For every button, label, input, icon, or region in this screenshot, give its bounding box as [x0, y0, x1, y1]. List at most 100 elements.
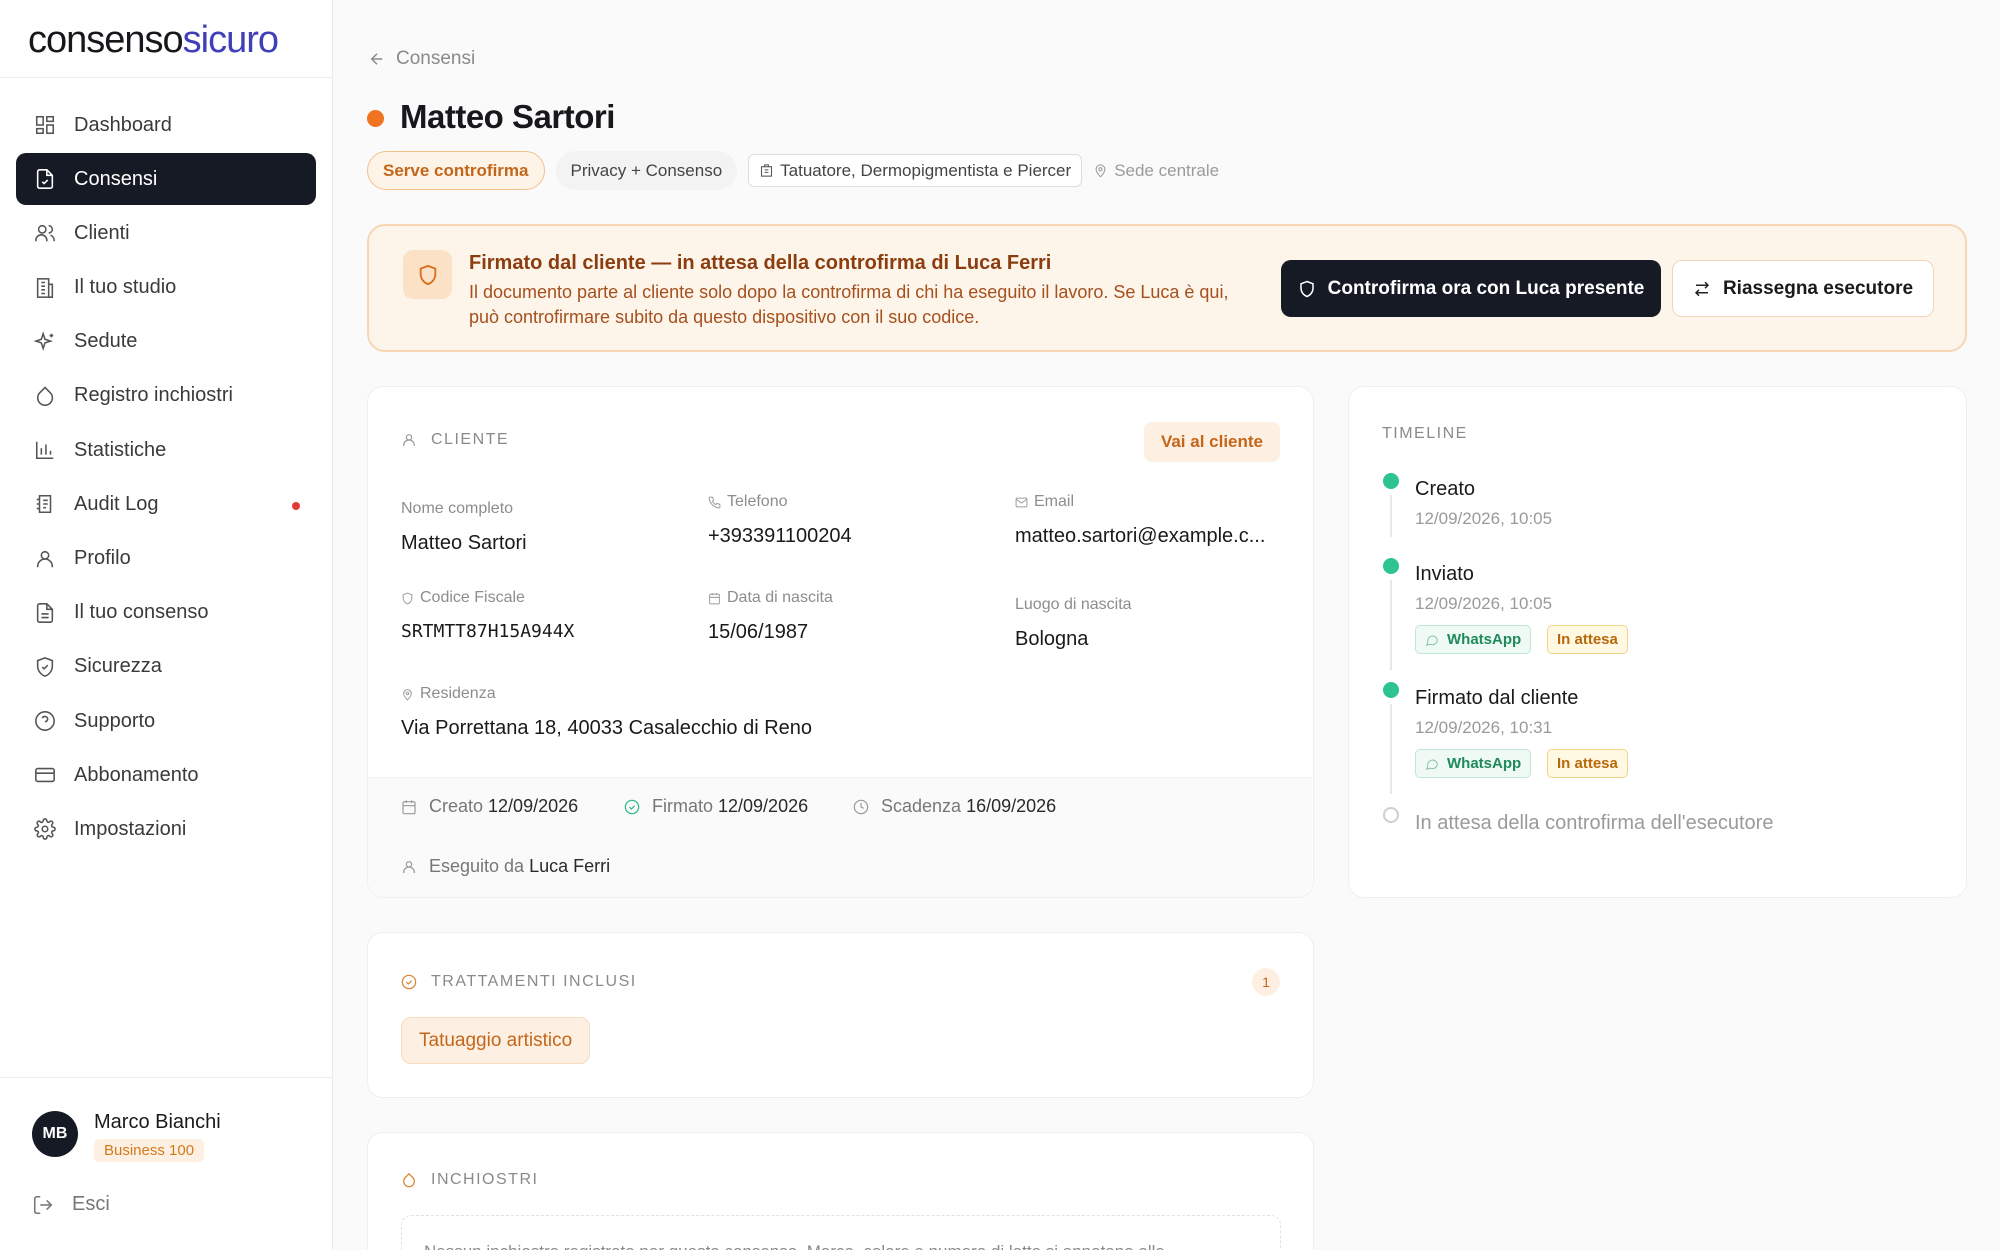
phone-icon — [708, 496, 721, 508]
meta-created: Creato 12/09/2026 — [401, 796, 578, 817]
sidebar-item-label: Impostazioni — [74, 817, 187, 840]
meta-value: 12/09/2026 — [718, 796, 809, 816]
map-pin-icon — [1095, 164, 1106, 178]
logo-text: consenso — [28, 19, 184, 61]
channel-label: WhatsApp — [1447, 631, 1522, 648]
calendar-icon — [402, 799, 416, 814]
field-value: Bologna — [1015, 628, 1089, 650]
count-badge: 1 — [1252, 968, 1280, 996]
sidebar-item-consensi[interactable]: Consensi — [16, 153, 316, 206]
section-heading-inchiostri: INCHIOSTRI — [401, 1171, 538, 1189]
meta-label: Creato — [429, 796, 484, 816]
sidebar-item-supporto[interactable]: Supporto — [16, 695, 316, 747]
sidebar-item-registro-inchiostri[interactable]: Registro inchiostri — [16, 370, 316, 422]
droplet-icon — [36, 386, 54, 406]
logout-label: Esci — [72, 1193, 110, 1215]
timeline-event-title: Creato — [1415, 478, 1476, 500]
clock-icon — [853, 799, 869, 814]
credit-card-icon — [35, 768, 55, 783]
back-link[interactable]: Consensi — [368, 48, 475, 70]
status-badge: In attesa — [1547, 625, 1628, 654]
sidebar-item-sedute[interactable]: Sedute — [16, 316, 316, 368]
meta-value: 12/09/2026 — [488, 796, 579, 816]
category-label: Tatuatore, Dermopigmentista e Piercer — [780, 160, 1072, 180]
building-icon — [36, 277, 54, 298]
sidebar-item-label: Consensi — [74, 167, 158, 190]
sidebar-item-statistiche[interactable]: Statistiche — [16, 424, 316, 476]
timeline-event-title: In attesa della controfirma dell'esecuto… — [1415, 812, 1774, 834]
app-logo[interactable]: consensosicuro — [0, 0, 332, 78]
page-title: Matteo Sartori — [400, 98, 615, 135]
field-label-text: Email — [1034, 493, 1075, 510]
timeline-connector — [1390, 580, 1392, 670]
field-value[interactable]: matteo.sartori@example.c... — [1015, 525, 1265, 548]
avatar: MB — [32, 1111, 78, 1157]
timeline-event-title: Firmato dal cliente — [1415, 687, 1579, 709]
sidebar-item-il-tuo-consenso[interactable]: Il tuo consenso — [16, 587, 316, 639]
channel-badge: WhatsApp — [1415, 749, 1532, 778]
sidebar: consensosicuro Dashboard Consensi Client… — [0, 0, 333, 1250]
field-value: Matteo Sartori — [401, 532, 527, 554]
audit-icon — [36, 495, 52, 514]
timeline-dot — [1383, 558, 1399, 574]
logout-button[interactable]: Esci — [32, 1193, 110, 1216]
reassign-executor-button[interactable]: Riassegna esecutore — [1672, 260, 1934, 317]
dashboard-icon — [35, 115, 55, 135]
treatment-chip: Tatuaggio artistico — [401, 1017, 591, 1064]
sidebar-item-sicurezza[interactable]: Sicurezza — [16, 641, 316, 693]
notification-dot — [292, 502, 300, 511]
field-birth-date: Data di nascita 15/06/1987 — [708, 589, 833, 644]
channel-badge: WhatsApp — [1415, 625, 1532, 654]
button-label: Controfirma ora con Luca presente — [1327, 277, 1645, 299]
meta-label: Firmato — [652, 796, 714, 816]
field-label: Telefono — [708, 493, 852, 511]
shield-icon — [419, 264, 436, 285]
empty-inks-note: Nessun inchiostro registrato per questo … — [401, 1215, 1281, 1250]
sidebar-item-profilo[interactable]: Profilo — [16, 533, 316, 585]
section-label: CLIENTE — [431, 431, 510, 448]
document-icon — [36, 169, 54, 190]
bar-chart-icon — [35, 441, 54, 460]
timeline-dot — [1383, 682, 1399, 698]
shield-icon — [1299, 280, 1314, 297]
field-label: Luogo di nascita — [1015, 596, 1132, 613]
mail-icon — [1015, 497, 1028, 507]
user-name: Marco Bianchi — [94, 1111, 221, 1133]
meta-performed-by: Eseguito da Luca Ferri — [401, 856, 610, 877]
countersign-banner: Firmato dal cliente — in attesa della co… — [367, 224, 1967, 352]
sidebar-item-dashboard[interactable]: Dashboard — [16, 99, 316, 151]
sidebar-item-abbonamento[interactable]: Abbonamento — [16, 749, 316, 801]
sidebar-nav: Dashboard Consensi Clienti Il tuo studio… — [16, 99, 316, 858]
user-icon — [403, 860, 415, 873]
timeline-dot-pending — [1383, 807, 1399, 823]
timeline-event-title: Inviato — [1415, 563, 1474, 585]
meta-label: Scadenza — [881, 796, 962, 816]
back-label: Consensi — [396, 48, 476, 69]
arrow-left-icon — [370, 53, 383, 65]
meta-signed: Firmato 12/09/2026 — [624, 796, 808, 817]
user-profile-box[interactable]: MB Marco Bianchi Business 100 — [0, 1077, 333, 1162]
calendar-icon — [709, 592, 720, 604]
sidebar-item-studio[interactable]: Il tuo studio — [16, 262, 316, 314]
section-heading-trattamenti: TRATTAMENTI INCLUSI — [401, 973, 637, 991]
map-pin-icon — [403, 688, 412, 701]
sidebar-item-impostazioni[interactable]: Impostazioni — [16, 803, 316, 855]
shield-check-icon — [36, 656, 54, 677]
check-circle-icon — [401, 974, 417, 990]
field-full-name: Nome completo Matteo Sartori — [401, 500, 527, 555]
countersign-now-button[interactable]: Controfirma ora con Luca presente — [1281, 260, 1661, 317]
chat-bubble-icon — [1426, 635, 1438, 646]
go-to-client-button[interactable]: Vai al cliente — [1143, 422, 1280, 462]
location-text: Sede centrale — [1114, 160, 1220, 180]
status-dot — [367, 110, 384, 127]
client-card: CLIENTE Vai al cliente Nome completo Mat… — [367, 386, 1314, 898]
sidebar-item-clienti[interactable]: Clienti — [16, 207, 316, 259]
field-tax-code: Codice Fiscale SRTMTT87H15A944X — [401, 589, 574, 642]
sidebar-item-label: Profilo — [74, 547, 131, 569]
field-label: Nome completo — [401, 500, 514, 517]
chat-bubble-icon — [1426, 759, 1438, 770]
sidebar-item-audit-log[interactable]: Audit Log — [16, 478, 316, 530]
timeline-dot — [1383, 473, 1399, 489]
field-value: +393391100204 — [708, 525, 852, 547]
field-label-text: Codice Fiscale — [420, 589, 525, 606]
